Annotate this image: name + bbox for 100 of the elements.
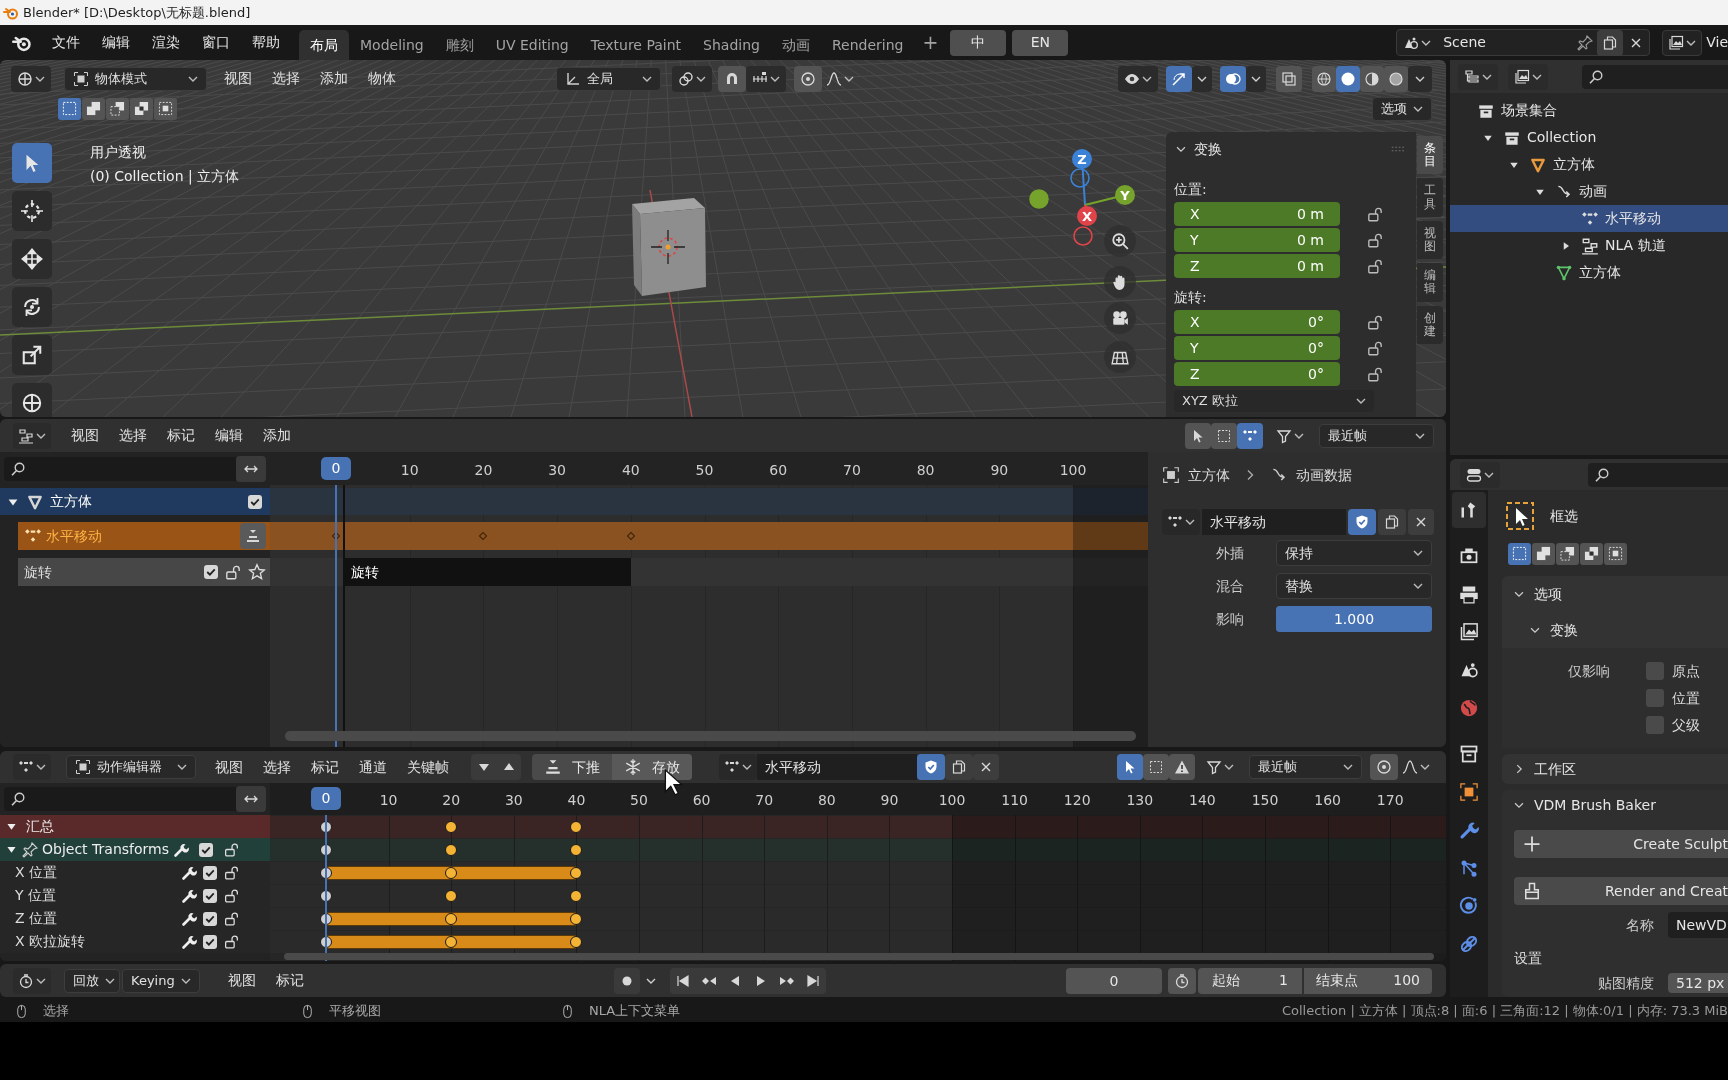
action-name-field[interactable]: 水平移动 [757, 754, 917, 780]
outliner-item[interactable]: 立方体 [1450, 151, 1728, 178]
breadcrumb-item[interactable]: 动画数据 [1296, 464, 1352, 486]
current-frame-indicator[interactable]: 0 [311, 787, 341, 810]
panel-header[interactable]: VDM Brush Baker [1502, 790, 1728, 820]
channel-row[interactable]: 旋转 [18, 558, 270, 586]
menu-item[interactable]: 标记 [266, 967, 314, 994]
orientation-dropdown[interactable]: 全局 [556, 66, 661, 91]
sidebar-tab[interactable]: 条目 [1417, 136, 1443, 175]
workspace-tab[interactable]: 动画 [770, 30, 821, 60]
menu-item[interactable]: 选择 [262, 65, 310, 92]
menu-item[interactable]: 添加 [253, 422, 301, 449]
menu-item[interactable]: 帮助 [242, 29, 290, 56]
menu-item[interactable]: 选择 [109, 422, 157, 449]
panel-header[interactable]: 工作区 [1502, 754, 1728, 784]
mode-dropdown[interactable]: 物体模式 [64, 66, 207, 91]
menu-item[interactable]: 选择 [253, 754, 301, 780]
menu-item[interactable]: 标记 [301, 754, 349, 780]
current-frame-indicator[interactable]: 0 [321, 457, 351, 480]
menu-item[interactable]: 文件 [42, 29, 90, 56]
end-frame-field[interactable]: 结束点 100 [1304, 967, 1432, 994]
workspace-tab[interactable]: Rendering [820, 30, 915, 60]
number-field[interactable]: Z 0° [1174, 362, 1340, 386]
frame-number: 110 [1001, 791, 1028, 810]
menu-item[interactable]: 视图 [218, 967, 266, 994]
number-field[interactable]: Y 0° [1174, 336, 1340, 360]
menu-item[interactable]: 视图 [61, 422, 109, 449]
menu-item[interactable]: 编辑 [92, 29, 140, 56]
workspace-tab[interactable]: Modeling [349, 30, 435, 60]
menu-item[interactable]: 标记 [157, 422, 205, 449]
start-frame-field[interactable]: 起始 1 [1198, 967, 1302, 994]
outliner-item[interactable]: 水平移动 [1450, 205, 1728, 232]
menu-item[interactable]: 渲染 [142, 29, 190, 56]
breadcrumb-item[interactable]: 立方体 [1188, 464, 1230, 486]
gizmo-axis-ball[interactable]: Z [1072, 149, 1092, 206]
channel-row[interactable]: Object Transforms [0, 838, 270, 861]
channel-row[interactable]: 汇总 [0, 815, 270, 838]
panel-header[interactable]: 选项 [1502, 576, 1728, 612]
nla-strip[interactable]: 旋转 [343, 558, 631, 586]
menu-item[interactable]: 添加 [310, 65, 358, 92]
menu-item[interactable]: 视图 [214, 65, 262, 92]
menu-item[interactable]: 通道 [349, 754, 397, 780]
frame-number: 170 [1376, 791, 1404, 810]
frame-number: 100 [938, 791, 966, 810]
language-button[interactable]: EN [1012, 29, 1069, 56]
frame-number: 40 [567, 791, 586, 810]
number-field[interactable]: Z 0 m [1174, 254, 1340, 278]
action-name-field[interactable]: 水平移动 [1202, 509, 1346, 535]
mode-dropdown[interactable]: 动作编辑器 [66, 755, 196, 779]
outliner-item[interactable]: NLA 轨道 [1450, 232, 1728, 259]
outliner-item[interactable]: 场景集合 [1450, 97, 1728, 124]
frame-number: 70 [755, 791, 774, 810]
workspace-tab[interactable]: Shading [692, 30, 771, 60]
frame-number: 70 [843, 461, 861, 480]
status-hint: 平移视图 [329, 1002, 381, 1021]
sidebar-tab[interactable]: 创建 [1417, 305, 1443, 344]
stash-button[interactable]: 存放 [612, 754, 692, 780]
outliner-item[interactable]: 动画 [1450, 178, 1728, 205]
workspace-tab[interactable]: 雕刻 [434, 30, 485, 60]
panel-button[interactable]: Create Sculpt [1514, 830, 1728, 858]
push-down-button[interactable]: 下推 [532, 754, 612, 780]
number-field[interactable]: X 0 m [1174, 202, 1340, 226]
frame-number: 50 [630, 791, 648, 810]
panel-button[interactable]: Render and Creat [1514, 877, 1728, 905]
workspace-tab[interactable]: UV Editing [484, 30, 580, 60]
menu-item[interactable]: 视图 [205, 754, 253, 780]
menu-item[interactable]: 关键帧 [397, 754, 459, 780]
sidebar-tab[interactable]: 工具 [1417, 178, 1443, 217]
workspace-tab[interactable]: Texture Paint [579, 30, 693, 60]
language-button[interactable]: 中 [950, 29, 1007, 56]
add-workspace-button[interactable]: + [916, 28, 945, 57]
frame-number: 60 [692, 791, 711, 810]
playback-dropdown[interactable]: 回放 [64, 968, 120, 993]
sidebar-tab[interactable]: 编辑 [1417, 263, 1443, 302]
view-layer-name-field[interactable]: Vie [1706, 32, 1728, 53]
options-dropdown[interactable]: 选项 [1372, 96, 1432, 121]
current-frame-field[interactable]: 0 [1066, 967, 1162, 994]
dropdown[interactable]: 保持 [1276, 540, 1432, 566]
dropdown[interactable]: 替换 [1276, 573, 1432, 599]
gizmo-axis-ball[interactable]: X [1077, 204, 1097, 226]
outliner-item[interactable]: 立方体 [1450, 259, 1728, 286]
number-field[interactable]: Y 0 m [1174, 228, 1340, 252]
sidebar-tab[interactable]: 视图 [1417, 220, 1443, 260]
influence-slider[interactable]: 1.000 [1276, 606, 1432, 632]
menu-item[interactable]: 物体 [358, 65, 406, 92]
checkbox-label: 父级 [1672, 715, 1700, 735]
workspace-tab[interactable]: 布局 [299, 30, 349, 60]
rotation-mode-dropdown[interactable]: XYZ 欧拉 [1174, 390, 1374, 412]
keying-dropdown[interactable]: Keying [122, 968, 200, 993]
menu-item[interactable]: 窗口 [192, 29, 240, 56]
snap-dropdown[interactable]: 最近帧 [1319, 423, 1434, 448]
panel-header[interactable]: 变换 [1502, 612, 1728, 648]
channel-row[interactable]: 立方体 [0, 488, 270, 515]
snap-dropdown[interactable]: 最近帧 [1249, 755, 1362, 779]
name-field[interactable]: NewVD [1668, 912, 1728, 938]
field-label: 外插 [1215, 543, 1244, 563]
number-field[interactable]: X 0° [1174, 310, 1340, 334]
number-field[interactable]: 512 px [1668, 973, 1728, 993]
menu-item[interactable]: 编辑 [205, 422, 253, 449]
outliner-item[interactable]: Collection [1450, 124, 1728, 151]
